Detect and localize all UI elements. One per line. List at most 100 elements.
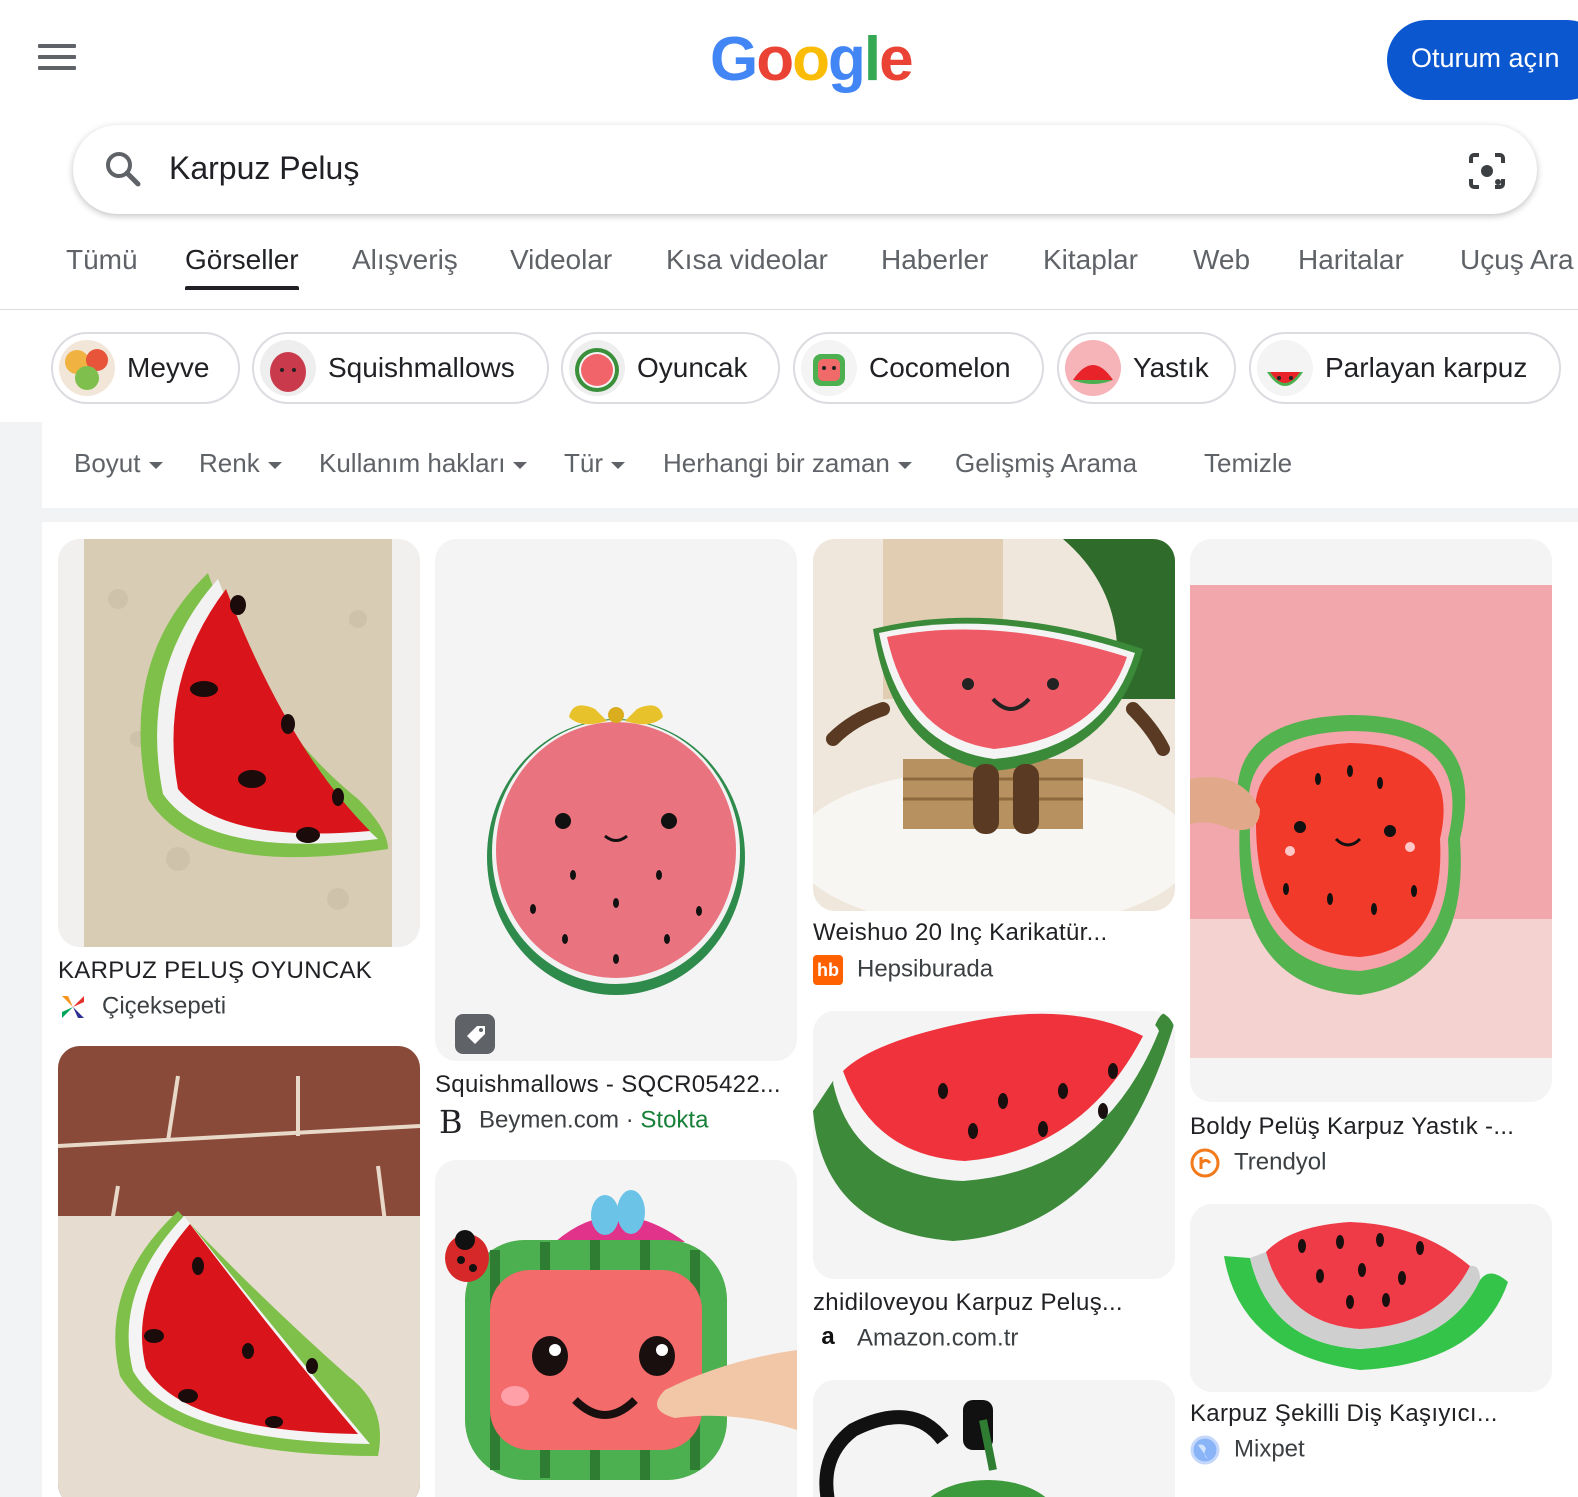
chip-squishmallows[interactable]: Squishmallows [252,332,549,404]
separator: · [625,1106,634,1134]
result-thumbnail[interactable] [813,1011,1175,1279]
logo-letter: l [863,25,881,94]
image-result[interactable]: KARPUZ PELUŞ OYUNCAK Çiçeksepeti [58,539,420,1029]
result-source[interactable]: hb Hepsiburada [813,955,993,985]
image-result[interactable]: zhidiloveyou Karpuz Peluş... a Amazon.com… [813,1011,1175,1361]
chip-oyuncak[interactable]: Oyuncak [561,332,780,404]
chip-cocomelon[interactable]: Cocomelon [793,332,1044,404]
tab-news[interactable]: Haberler [881,244,988,276]
tab-images[interactable]: Görseller [185,244,299,290]
image-result[interactable] [435,1160,797,1497]
result-thumbnail[interactable] [1190,1204,1552,1392]
usage-rights-filter[interactable]: Kullanım hakları [319,448,528,479]
result-title[interactable]: zhidiloveyou Karpuz Peluş... [813,1289,1123,1317]
chip-thumbnail [59,340,115,396]
result-thumbnail[interactable] [435,539,797,1061]
chip-label: Cocomelon [869,352,1011,383]
chip-thumbnail [260,340,316,396]
result-thumbnail[interactable] [1190,539,1552,1102]
type-filter[interactable]: Tür [564,448,625,479]
image-result[interactable] [813,1380,1175,1497]
advanced-search-link[interactable]: Gelişmiş Arama [955,448,1137,479]
image-result[interactable]: Weishuo 20 Inç Karikatür... hb Hepsiburad… [813,539,1175,989]
chip-thumbnail [1065,340,1121,396]
chip-label: Yastık [1133,352,1209,383]
dropdown-caret-icon [513,461,528,469]
image-result[interactable]: Squishmallows - SQCR05422... B Beymen.co… [435,539,797,1143]
logo-letter: e [879,25,914,94]
shopping-tag-icon [455,1014,495,1054]
hamburger-menu-icon[interactable] [38,44,82,78]
ciceksepeti-favicon-icon [58,992,88,1022]
left-gutter [0,422,42,1497]
dropdown-caret-icon [897,461,912,469]
color-filter[interactable]: Renk [199,448,282,479]
tab-shopping[interactable]: Alışveriş [352,244,458,276]
result-title[interactable]: KARPUZ PELUŞ OYUNCAK [58,957,372,985]
result-title[interactable]: Weishuo 20 Inç Karikatür... [813,919,1107,947]
source-name: Trendyol [1234,1148,1327,1176]
chip-meyve[interactable]: Meyve [51,332,240,404]
chip-thumbnail [569,340,625,396]
tab-maps[interactable]: Haritalar [1298,244,1404,276]
chip-label: Meyve [127,352,210,383]
camera-lens-icon[interactable] [1465,149,1509,198]
sign-in-button[interactable]: Oturum açın [1387,20,1578,100]
result-thumbnail[interactable] [58,1046,420,1497]
result-title[interactable]: Boldy Pelüş Karpuz Yastık -... [1190,1113,1514,1141]
favicon-letter: a [821,1323,835,1350]
time-filter[interactable]: Herhangi bir zaman [663,448,912,479]
google-logo[interactable]: Google [710,24,914,95]
search-input[interactable]: Karpuz Peluş [169,150,359,187]
tab-short-videos[interactable]: Kısa videolar [666,244,828,276]
amazon-favicon-icon: a [813,1324,843,1354]
result-source[interactable]: Çiçeksepeti [58,992,226,1022]
chip-parlayan-karpuz[interactable]: Parlayan karpuz [1249,332,1561,404]
source-name: Amazon.com.tr [857,1324,1019,1352]
chip-label: Squishmallows [328,352,515,383]
result-thumbnail[interactable] [813,539,1175,911]
search-icon[interactable] [103,149,143,194]
search-tabs: Tümü Görseller Alışveriş Videolar Kısa v… [0,222,1578,310]
size-filter[interactable]: Boyut [74,448,163,479]
beymen-favicon-icon: B [435,1103,465,1141]
result-thumbnail[interactable] [58,539,420,947]
chip-yastik[interactable]: Yastık [1057,332,1236,404]
result-source[interactable]: B Beymen.com · Stokta [435,1103,709,1141]
result-source[interactable]: a Amazon.com.tr [813,1324,1018,1354]
result-source[interactable]: Trendyol [1190,1148,1326,1178]
tab-all[interactable]: Tümü [66,244,138,276]
result-source[interactable]: Mixpet [1190,1435,1305,1465]
source-name: Beymen.com [479,1106,620,1134]
dropdown-caret-icon [148,461,163,469]
image-result[interactable]: Boldy Pelüş Karpuz Yastık -... Trendyol [1190,539,1552,1179]
dropdown-caret-icon [611,461,625,469]
search-box[interactable]: Karpuz Peluş [73,125,1537,214]
stock-status: Stokta [640,1106,709,1134]
chip-thumbnail [1257,340,1313,396]
source-name: Çiçeksepeti [102,992,227,1020]
tab-videos[interactable]: Videolar [510,244,612,276]
dropdown-caret-icon [267,461,282,469]
filter-label: Renk [199,448,260,478]
result-title[interactable]: Karpuz Şekilli Diş Kaşıyıcı... [1190,1400,1498,1428]
svg-text:B: B [439,1106,463,1136]
image-result[interactable] [58,1046,420,1497]
image-results-grid: KARPUZ PELUŞ OYUNCAK Çiçeksepeti Squishm… [42,522,1578,1497]
tab-books[interactable]: Kitaplar [1043,244,1138,276]
source-name: Hepsiburada [857,955,994,983]
logo-letter: o [792,25,830,94]
result-thumbnail[interactable] [435,1160,797,1497]
clear-filters-link[interactable]: Temizle [1204,448,1292,479]
tab-flights[interactable]: Uçuş Ara [1460,244,1574,276]
result-thumbnail[interactable] [813,1380,1175,1497]
logo-letter: G [710,25,758,94]
image-result[interactable]: Karpuz Şekilli Diş Kaşıyıcı... Mixpet [1190,1204,1552,1474]
tools-bar: Boyut Renk Kullanım hakları Tür Herhangi… [42,422,1578,508]
chip-label: Parlayan karpuz [1325,352,1528,383]
tab-web[interactable]: Web [1193,244,1250,276]
filter-label: Kullanım hakları [319,448,506,478]
result-title[interactable]: Squishmallows - SQCR05422... [435,1071,781,1099]
filter-label: Tür [564,448,603,478]
filter-label: Herhangi bir zaman [663,448,890,478]
